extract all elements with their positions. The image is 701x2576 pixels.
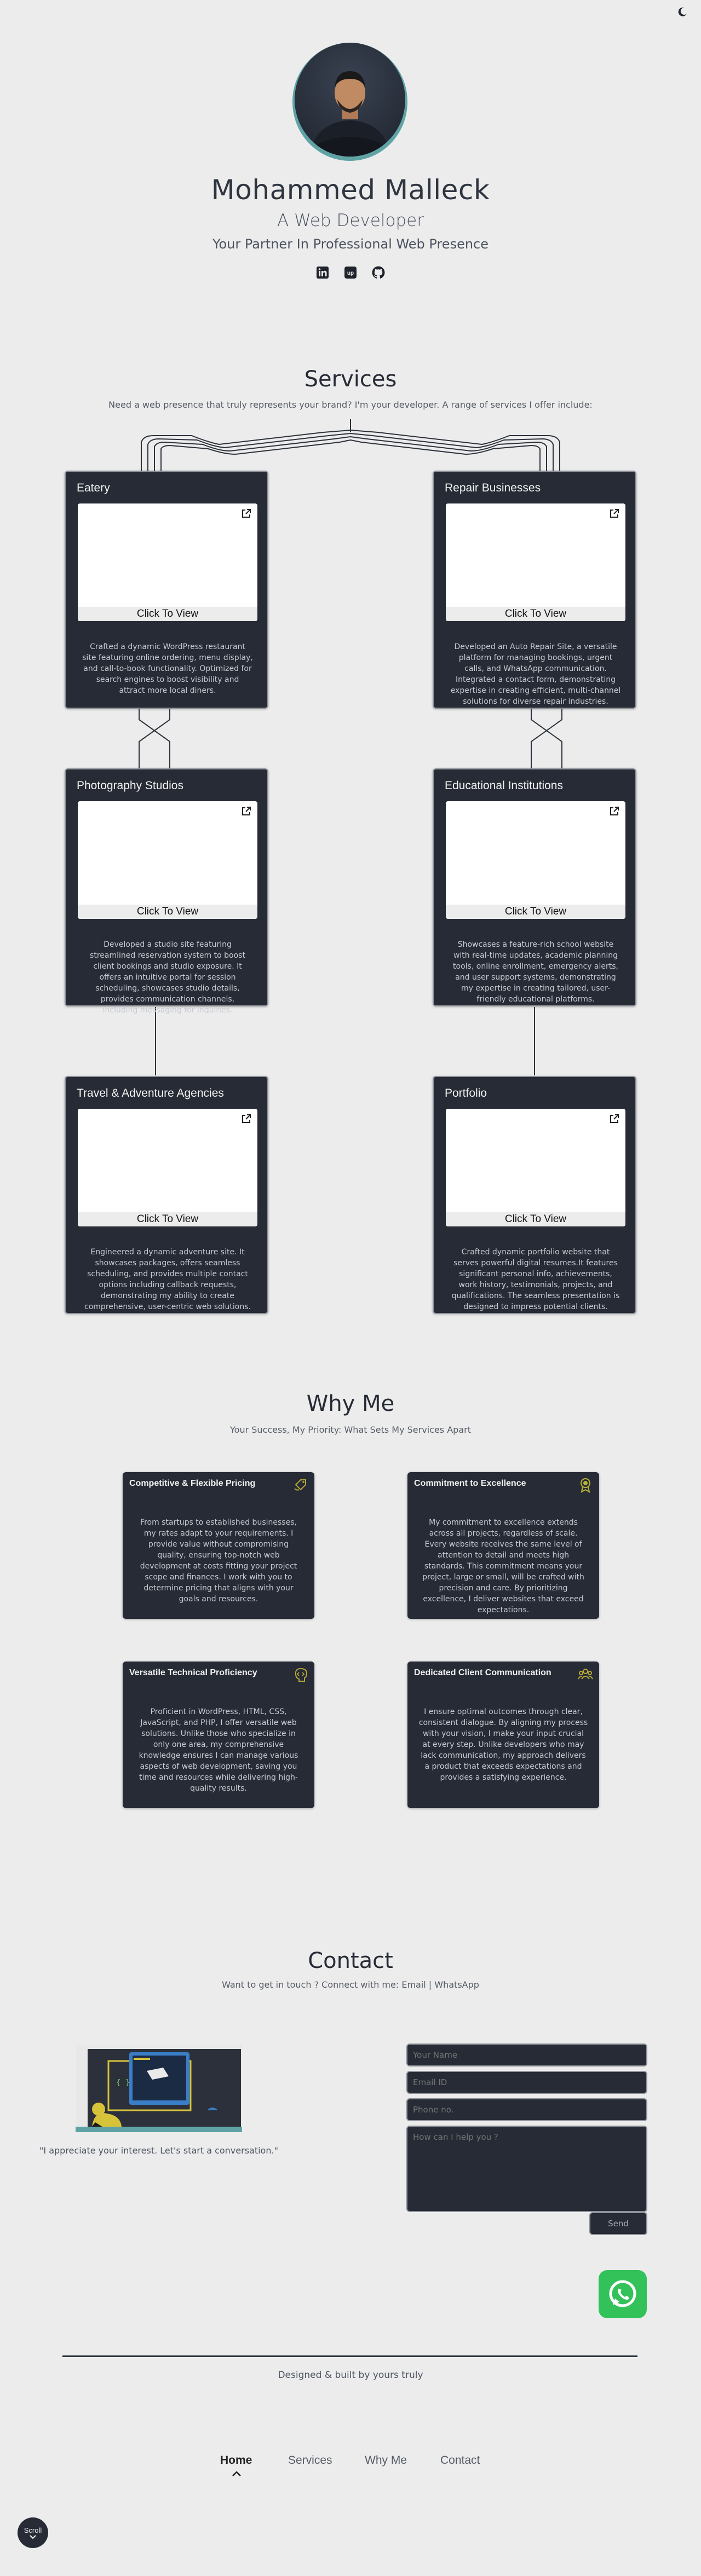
service-title: Repair Businesses — [445, 482, 541, 494]
service-card-eatery[interactable]: Eatery Click To View Crafted a dynamic W… — [65, 471, 268, 709]
service-description: Crafted dynamic portfolio website that s… — [451, 1248, 620, 1311]
service-title: Educational Institutions — [445, 779, 563, 792]
service-card-photography[interactable]: Photography Studios Click To View Develo… — [65, 768, 268, 1015]
github-icon — [372, 266, 385, 279]
whatsapp-button[interactable] — [599, 2270, 647, 2318]
avatar-frame — [292, 43, 407, 161]
external-link-icon — [242, 1114, 251, 1123]
nav-item-home[interactable]: Home — [220, 2454, 252, 2467]
upwork-icon: up — [344, 267, 357, 279]
why-card-description: I ensure optimal outcomes through clear,… — [418, 1707, 588, 1782]
name-field[interactable] — [406, 2044, 647, 2066]
why-title: Why Me — [306, 1391, 395, 1416]
award-medal-icon — [581, 1478, 590, 1493]
why-card-communication: Dedicated Client Communication I ensure … — [407, 1662, 599, 1808]
bottom-nav: Home Services Why Me Contact — [209, 2454, 493, 2479]
service-preview[interactable]: Click To View — [446, 503, 625, 621]
chevron-down-icon — [30, 2535, 36, 2539]
external-link-icon — [610, 1114, 619, 1123]
service-description: Crafted a dynamic WordPress restaurant s… — [82, 642, 253, 695]
click-to-view-label: Click To View — [78, 1212, 257, 1226]
avatar — [295, 43, 405, 157]
svg-text:up: up — [347, 270, 354, 276]
nav-item-why-me[interactable]: Why Me — [365, 2454, 407, 2467]
services-subtitle: Need a web presence that truly represent… — [108, 400, 593, 410]
contact-illustration: { } — [76, 2045, 242, 2132]
service-title: Travel & Adventure Agencies — [77, 1087, 224, 1099]
price-tag-icon — [294, 1479, 306, 1491]
why-card-title: Commitment to Excellence — [414, 1479, 526, 1488]
scroll-label: Scroll — [24, 2526, 42, 2534]
code-brain-icon — [295, 1668, 308, 1682]
click-to-view-label: Click To View — [78, 905, 257, 919]
why-card-description: Proficient in WordPress, HTML, CSS, Java… — [139, 1707, 298, 1793]
whatsapp-icon — [609, 2280, 636, 2307]
external-link-icon — [242, 807, 251, 815]
service-preview[interactable]: Click To View — [446, 801, 625, 919]
service-preview[interactable]: Click To View — [78, 1109, 257, 1226]
service-card-repair[interactable]: Repair Businesses Click To View Develope… — [433, 471, 636, 709]
why-card-excellence: Commitment to Excellence My commitment t… — [407, 1472, 599, 1619]
service-card-education[interactable]: Educational Institutions Click To View S… — [433, 768, 636, 1006]
email-field[interactable] — [406, 2071, 647, 2094]
why-card-pricing: Competitive & Flexible Pricing From star… — [123, 1472, 314, 1619]
upwork-link[interactable]: up — [342, 264, 359, 281]
linkedin-icon — [317, 267, 329, 279]
why-card-title: Versatile Technical Proficiency — [129, 1668, 257, 1677]
hero-role: A Web Developer — [277, 211, 424, 230]
why-card-description: My commitment to excellence extends acro… — [422, 1518, 584, 1614]
service-description: Showcases a feature-rich school website … — [453, 940, 618, 1004]
why-card-description: From startups to established businesses,… — [140, 1518, 297, 1604]
external-link-icon — [242, 509, 251, 518]
why-card-title: Dedicated Client Communication — [414, 1668, 551, 1677]
github-link[interactable] — [370, 264, 387, 281]
click-to-view-label: Click To View — [446, 905, 625, 919]
service-description: Developed an Auto Repair Site, a versati… — [450, 642, 621, 706]
why-card-title: Competitive & Flexible Pricing — [129, 1479, 256, 1488]
contact-subtitle: Want to get in touch ? Connect with me: … — [222, 1979, 479, 1990]
message-field[interactable] — [406, 2126, 647, 2212]
send-button[interactable]: Send — [589, 2212, 647, 2235]
hero-name: Mohammed Malleck — [211, 174, 490, 206]
nav-item-contact[interactable]: Contact — [440, 2454, 480, 2467]
services-title: Services — [304, 367, 397, 392]
service-card-portfolio[interactable]: Portfolio Click To View Crafted dynamic … — [433, 1076, 636, 1314]
service-preview[interactable]: Click To View — [78, 801, 257, 919]
service-preview[interactable]: Click To View — [78, 503, 257, 621]
hero-tagline: Your Partner In Professional Web Presenc… — [212, 236, 489, 252]
click-to-view-label: Click To View — [446, 1212, 625, 1226]
click-to-view-label: Click To View — [78, 607, 257, 621]
footer-credit: Designed & built by yours truly — [278, 2370, 423, 2381]
service-card-travel[interactable]: Travel & Adventure Agencies Click To Vie… — [65, 1076, 268, 1314]
scroll-button[interactable]: Scroll — [18, 2517, 48, 2548]
service-preview[interactable]: Click To View — [446, 1109, 625, 1226]
contact-quote: "I appreciate your interest. Let's start… — [39, 2145, 278, 2156]
external-link-icon — [610, 509, 619, 518]
svg-text:{ }: { } — [116, 2079, 130, 2087]
footer-divider — [62, 2355, 637, 2357]
linkedin-link[interactable] — [314, 264, 331, 281]
service-title: Eatery — [77, 482, 110, 494]
service-title: Photography Studios — [77, 779, 183, 792]
why-subtitle: Your Success, My Priority: What Sets My … — [230, 1425, 471, 1435]
why-card-proficiency: Versatile Technical Proficiency Proficie… — [123, 1662, 314, 1808]
moon-icon — [678, 7, 687, 16]
service-description: Engineered a dynamic adventure site. It … — [84, 1248, 251, 1311]
group-users-icon — [578, 1669, 593, 1680]
service-description: Developed a studio site featuring stream… — [90, 940, 245, 1015]
theme-toggle-button[interactable] — [675, 4, 690, 20]
phone-field[interactable] — [406, 2098, 647, 2121]
contact-title: Contact — [308, 1948, 393, 1973]
click-to-view-label: Click To View — [446, 607, 625, 621]
social-links: up — [314, 264, 387, 282]
external-link-icon — [610, 807, 619, 815]
chevron-up-icon — [232, 2471, 241, 2476]
service-title: Portfolio — [445, 1087, 487, 1099]
nav-item-services[interactable]: Services — [288, 2454, 332, 2467]
